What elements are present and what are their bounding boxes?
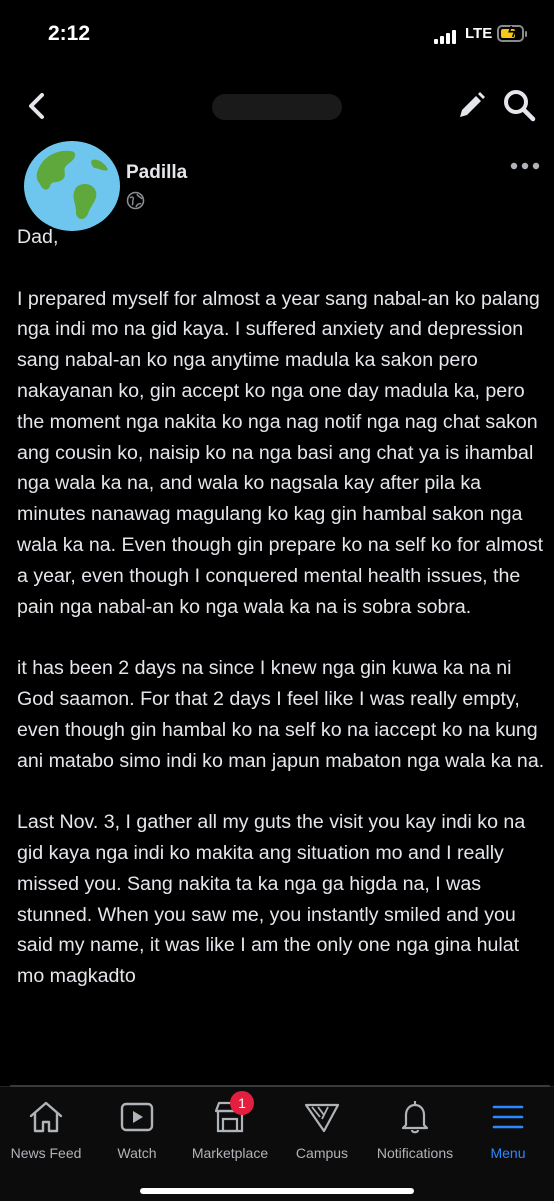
post-author-name[interactable]: Padilla <box>126 162 187 184</box>
chevron-left-icon <box>29 93 44 119</box>
tab-label: Campus <box>295 1145 349 1161</box>
globe-privacy-icon <box>126 191 145 210</box>
tab-label: Notifications <box>376 1145 454 1161</box>
battery-icon: ϟ <box>497 24 527 42</box>
notification-badge: 1 <box>230 1091 254 1115</box>
menu-icon <box>492 1105 524 1129</box>
search-button[interactable] <box>502 88 536 122</box>
nav-title-placeholder <box>212 94 342 120</box>
cellular-signal-icon <box>434 30 460 44</box>
campus-icon <box>304 1103 340 1133</box>
search-icon <box>504 90 536 122</box>
tab-label: Marketplace <box>191 1145 269 1161</box>
tab-campus[interactable]: Campus <box>278 1097 366 1167</box>
avatar[interactable] <box>22 140 122 232</box>
home-indicator[interactable] <box>140 1188 414 1194</box>
post-paragraph: I prepared myself for almost a year sang… <box>17 287 544 618</box>
post-paragraph: it has been 2 days na since I knew nga g… <box>17 657 545 772</box>
nav-bar <box>0 78 554 134</box>
edit-button[interactable] <box>455 90 487 122</box>
tab-label: News Feed <box>10 1145 82 1161</box>
post-header: Padilla <box>0 140 554 232</box>
pencil-icon <box>460 92 485 117</box>
tab-menu[interactable]: Menu <box>464 1097 552 1167</box>
clock: 2:12 <box>48 22 91 45</box>
tab-notifications[interactable]: Notifications <box>366 1097 464 1167</box>
tab-news-feed[interactable]: News Feed <box>0 1097 92 1167</box>
bell-icon <box>401 1101 429 1134</box>
globe-avatar-icon <box>24 141 120 231</box>
back-button[interactable] <box>22 88 52 124</box>
home-icon <box>29 1101 63 1133</box>
bottom-tab-bar: News Feed Watch 1 Marketplace Campus Not… <box>0 1085 554 1201</box>
post-paragraph: Last Nov. 3, I gather all my guts the vi… <box>17 811 526 988</box>
tab-watch[interactable]: Watch <box>92 1097 182 1167</box>
post-body: Dad, I prepared myself for almost a year… <box>17 222 547 1023</box>
network-type: LTE <box>465 25 493 42</box>
video-icon <box>120 1102 154 1132</box>
tab-label: Watch <box>117 1145 157 1161</box>
status-bar: 2:12 LTE ϟ <box>0 0 554 70</box>
scroll-indicator <box>10 1085 550 1087</box>
tab-label: Menu <box>490 1145 526 1161</box>
more-options-icon[interactable] <box>510 160 540 172</box>
tab-marketplace[interactable]: 1 Marketplace <box>182 1091 278 1167</box>
post-paragraph: Dad, <box>17 226 59 248</box>
